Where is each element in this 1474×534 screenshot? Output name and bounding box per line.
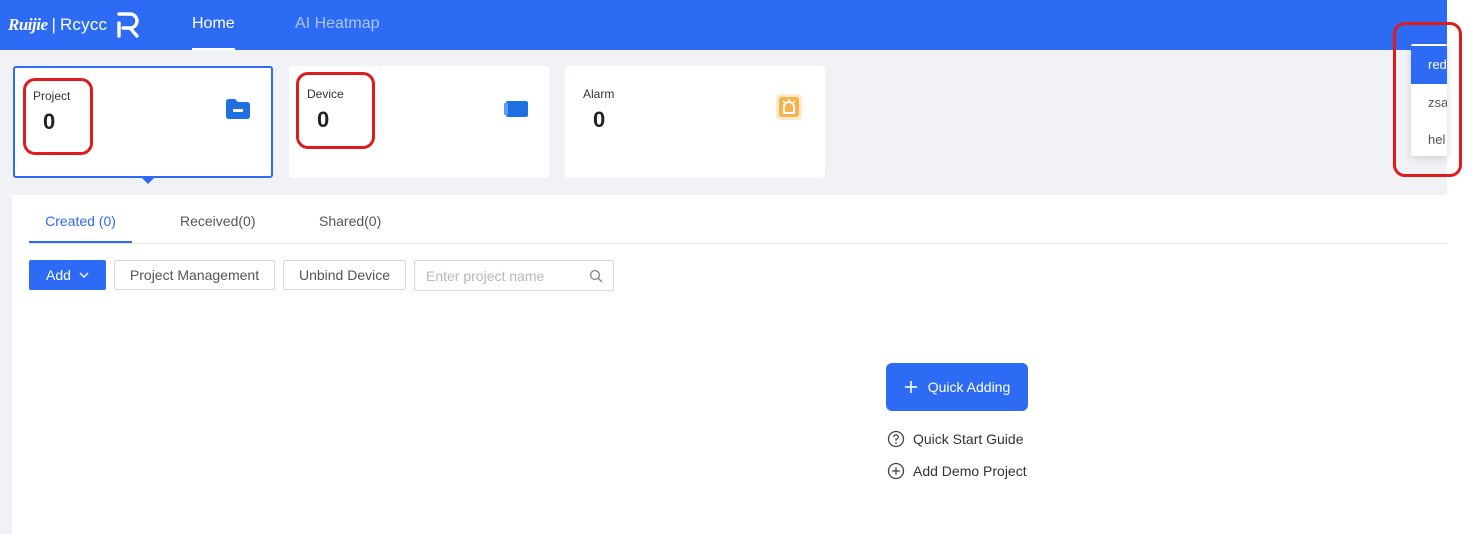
add-demo-project-label: Add Demo Project (913, 463, 1027, 479)
project-management-button[interactable]: Project Management (114, 260, 275, 290)
annotation-highlight-account-menu (1393, 22, 1462, 177)
quick-start-guide-label: Quick Start Guide (913, 431, 1024, 447)
quick-adding-button[interactable]: Quick Adding (886, 363, 1028, 411)
quick-adding-label: Quick Adding (927, 379, 1011, 395)
selected-card-pointer (141, 177, 155, 184)
device-icon (504, 101, 528, 117)
rcycc-mark-icon (117, 12, 139, 38)
alarm-stat-label: Alarm (583, 87, 615, 101)
project-search-box (414, 260, 614, 291)
nav-ai-heatmap[interactable]: AI Heatmap (295, 0, 379, 50)
alarm-stat-card[interactable]: Alarm 0 (565, 66, 825, 178)
brand-name: Ruijie (8, 15, 48, 34)
unbind-device-button[interactable]: Unbind Device (283, 260, 406, 290)
unbind-device-label: Unbind Device (298, 267, 391, 283)
ruijie-logo[interactable]: Ruijie | Rcycc (8, 10, 141, 40)
alarm-stat-count: 0 (593, 107, 606, 132)
add-demo-project-link[interactable]: Add Demo Project (887, 461, 1027, 481)
annotation-highlight-device (296, 72, 375, 149)
add-button[interactable]: Add (29, 260, 106, 290)
search-icon[interactable] (589, 269, 603, 283)
tab-shared[interactable]: Shared(0) (319, 200, 381, 242)
quick-start-guide-link[interactable]: Quick Start Guide (887, 429, 1024, 449)
tab-received[interactable]: Received(0) (180, 200, 255, 242)
plus-circle-icon (887, 462, 905, 480)
annotation-highlight-project (23, 78, 93, 155)
product-name: Rcycc (59, 15, 108, 34)
left-gutter (0, 195, 12, 534)
stats-area: Project 0 Device 0 Alarm 0 (0, 50, 1447, 195)
project-search-input[interactable] (426, 267, 586, 285)
project-tabs: Created (0) Received(0) Shared(0) (29, 200, 1447, 244)
top-navigation-bar: Ruijie | Rcycc Home AI Heatmap (0, 0, 1447, 50)
plus-icon (904, 381, 917, 393)
tab-created[interactable]: Created (0) (29, 200, 132, 243)
chevron-down-icon (79, 272, 89, 278)
add-button-label: Add (46, 267, 71, 283)
logo-separator: | (51, 15, 56, 34)
alarm-icon (776, 94, 802, 120)
nav-home[interactable]: Home (192, 0, 235, 50)
project-management-label: Project Management (129, 267, 260, 283)
folder-icon (226, 99, 250, 119)
help-circle-icon (887, 430, 905, 448)
